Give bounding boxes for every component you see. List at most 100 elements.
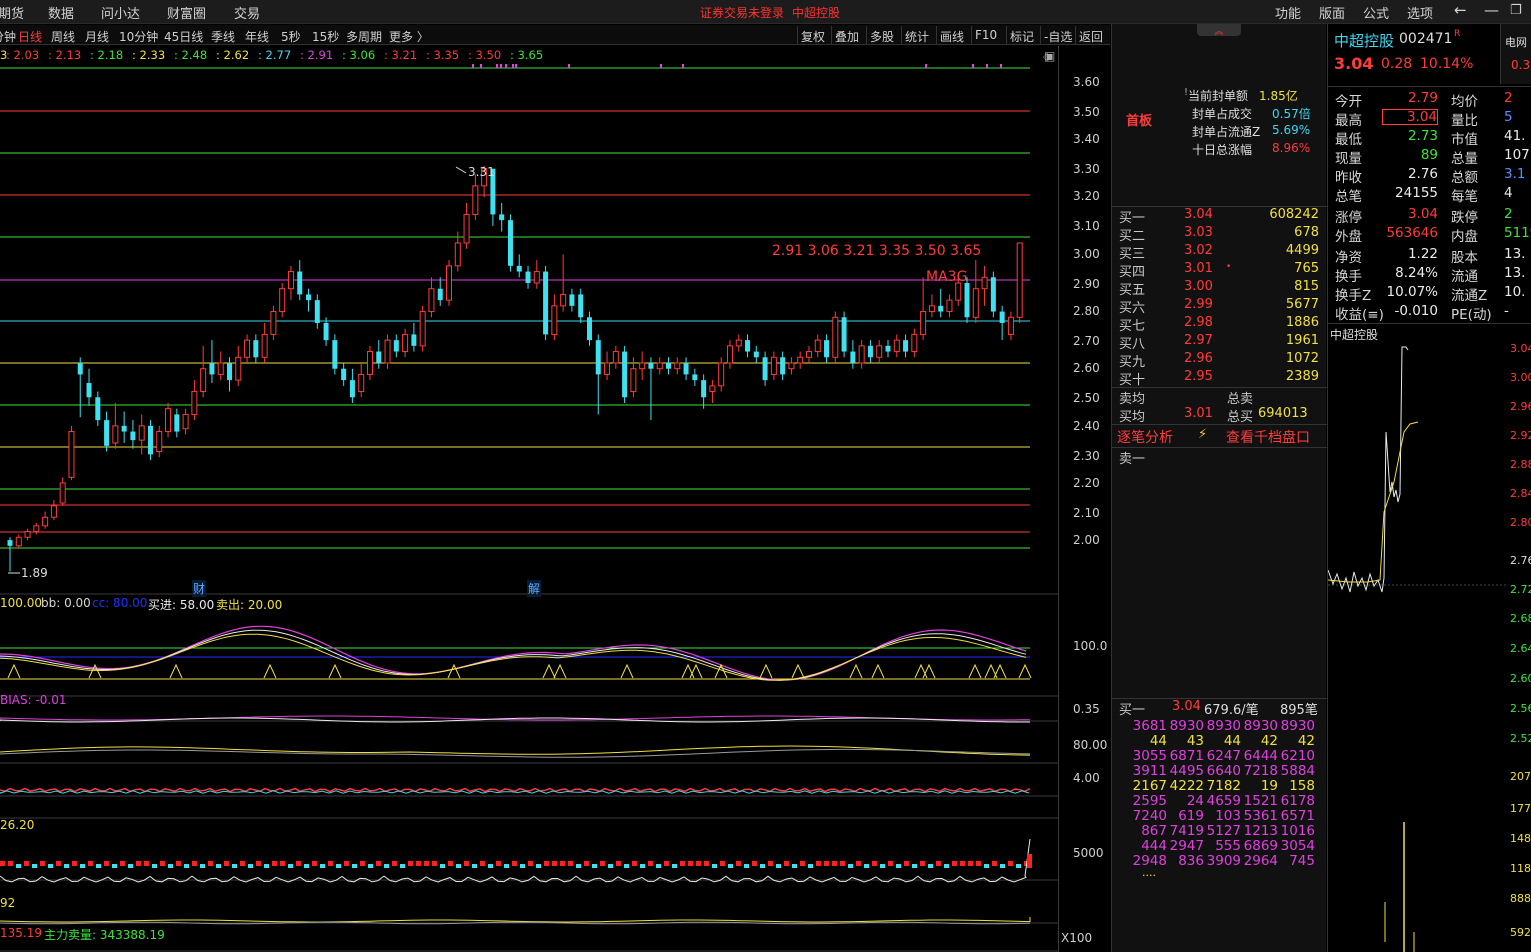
levels-annotation: 2.91 3.06 3.21 3.35 3.50 3.65 [772, 243, 982, 259]
minimize-icon[interactable]: — [1484, 1, 1499, 19]
bid-row[interactable]: 买二 3.03 678 [1112, 225, 1327, 244]
volume-signal-bar [936, 861, 941, 866]
bid-row[interactable]: 买一 3.04 608242 [1112, 207, 1327, 226]
x100-label: X100 [1061, 931, 1093, 945]
volume-signal-bar [144, 861, 149, 866]
stat-value: 13. [1504, 265, 1526, 281]
candle-down [253, 340, 259, 358]
period-week[interactable]: 周线 [51, 28, 75, 45]
axis-label: 2.30 [1073, 449, 1100, 463]
tool-stats[interactable]: 统计 [901, 26, 932, 44]
queue-more[interactable]: .... [1142, 866, 1156, 879]
bid-row[interactable]: 买五 3.00 815 [1112, 279, 1327, 298]
candle-down [569, 294, 575, 306]
volume-signal-bar [576, 864, 581, 868]
menu-formula[interactable]: 公式 [1363, 3, 1389, 22]
period-45day[interactable]: 45日线 [164, 28, 203, 45]
kline-chart-area[interactable] [0, 46, 1110, 952]
queue-cell: 3054 [1280, 838, 1315, 854]
bid-row[interactable]: 买八 2.97 1961 [1112, 333, 1327, 352]
volume-signal-bar [1027, 854, 1032, 868]
period-month[interactable]: 月线 [85, 28, 109, 45]
period-quarter[interactable]: 季线 [211, 28, 235, 45]
volume-signal-bar [496, 861, 501, 866]
volume-signal-bar [1008, 861, 1013, 866]
stat-label: 每笔 [1451, 189, 1478, 205]
intraday-mini-chart[interactable] [1328, 342, 1531, 952]
event-unlock-marker[interactable]: 解 [527, 580, 542, 597]
stat-label: 现量 [1335, 151, 1362, 167]
period-year[interactable]: 年线 [245, 28, 269, 45]
menu-caifuquan[interactable]: 财富圈 [167, 3, 206, 22]
bid-row[interactable]: 买六 2.99 5677 [1112, 297, 1327, 316]
restore-icon[interactable]: ❐ [1510, 3, 1522, 18]
queue-head-avg: 679.6/笔 [1204, 703, 1259, 718]
mini-axis-label: 2.72 [1510, 583, 1531, 596]
login-notice[interactable]: 证券交易未登录 [700, 4, 784, 21]
signal-dot [972, 64, 974, 68]
menu-function[interactable]: 功能 [1275, 3, 1301, 22]
candle-up [955, 282, 962, 301]
window-icon[interactable]: ▣ [1044, 49, 1055, 63]
period-day[interactable]: 日线 [18, 28, 42, 45]
bid-price: 2.97 [1184, 333, 1213, 348]
tick-analysis-link[interactable]: 逐笔分析 [1117, 427, 1173, 447]
notice-stock[interactable]: 中超控股 [792, 4, 840, 21]
period-multi[interactable]: 多周期 [346, 28, 382, 45]
mini-axis-label: 148 [1510, 832, 1531, 845]
tool-f10[interactable]: F10 [971, 26, 1000, 44]
back-arrow-icon[interactable]: ← [1454, 1, 1467, 19]
main-sell-volume: 主力卖量: 343388.19 [44, 928, 165, 942]
volume-signal-bar [296, 861, 301, 866]
tool-remove-watch[interactable]: -自选 [1040, 26, 1075, 44]
collapse-up-icon[interactable]: ︽ [1197, 24, 1241, 37]
candle-down [314, 300, 320, 323]
period-15sec[interactable]: 15秒 [312, 28, 339, 45]
period-5sec[interactable]: 5秒 [281, 28, 301, 45]
volume-signal-bar [984, 864, 989, 868]
volume-signal-bar [544, 861, 549, 866]
candle-up [244, 339, 251, 358]
period-more[interactable]: 更多 〉 [389, 28, 429, 45]
candle-down [174, 414, 180, 432]
volume-signal-bar [336, 864, 341, 868]
tool-multi-stock[interactable]: 多股 [866, 26, 897, 44]
tool-return[interactable]: 返回 [1075, 26, 1106, 44]
bid-volume: 1886 [1285, 315, 1319, 330]
signal-dot [512, 64, 514, 68]
depth-link[interactable]: 查看千档盘口 [1226, 427, 1310, 447]
menu-data[interactable]: 数据 [48, 3, 74, 22]
bid-row[interactable]: 买九 2.96 1072 [1112, 351, 1327, 370]
bid-row[interactable]: 买七 2.98 1886 [1112, 315, 1327, 334]
volume-signal-bar [728, 864, 733, 868]
volume-signal-bar [832, 861, 837, 866]
bid-row[interactable]: 买四 3.01 765 • [1112, 261, 1327, 280]
stat-value: 4 [1504, 185, 1513, 201]
period-minute[interactable]: 分钟 [0, 28, 16, 45]
menu-layout[interactable]: 版面 [1319, 3, 1345, 22]
candle-up [24, 531, 31, 538]
indicator4-value-a: 135.19 [0, 926, 42, 940]
menu-futures[interactable]: 期货 [0, 3, 24, 22]
period-10min[interactable]: 10分钟 [119, 28, 158, 45]
volume-signal-bar [96, 864, 101, 868]
related-sector[interactable]: 电网 0.3 [1500, 24, 1531, 84]
menu-wenxiaoda[interactable]: 问小达 [101, 3, 140, 22]
volume-signal-bar [48, 864, 53, 868]
tool-mark[interactable]: 标记 [1006, 26, 1037, 44]
candle-up [770, 356, 777, 375]
candle-down [376, 351, 382, 363]
menu-options[interactable]: 选项 [1407, 3, 1433, 22]
volume-signal-bar [368, 864, 373, 868]
tool-draw[interactable]: 画线 [936, 26, 967, 44]
candle-down [745, 340, 751, 352]
bid-row[interactable]: 买十 2.95 2389 [1112, 369, 1327, 388]
menu-trade[interactable]: 交易 [234, 3, 260, 22]
bid-row[interactable]: 买三 3.02 4499 [1112, 243, 1327, 262]
event-finance-marker[interactable]: 财 [192, 580, 207, 597]
stat-label: 总额 [1451, 170, 1478, 186]
stock-change-pct: 10.14% [1420, 56, 1474, 72]
tool-adjust[interactable]: 复权 [797, 26, 828, 44]
volume-signal-bar [464, 861, 469, 866]
tool-overlay[interactable]: 叠加 [831, 26, 862, 44]
